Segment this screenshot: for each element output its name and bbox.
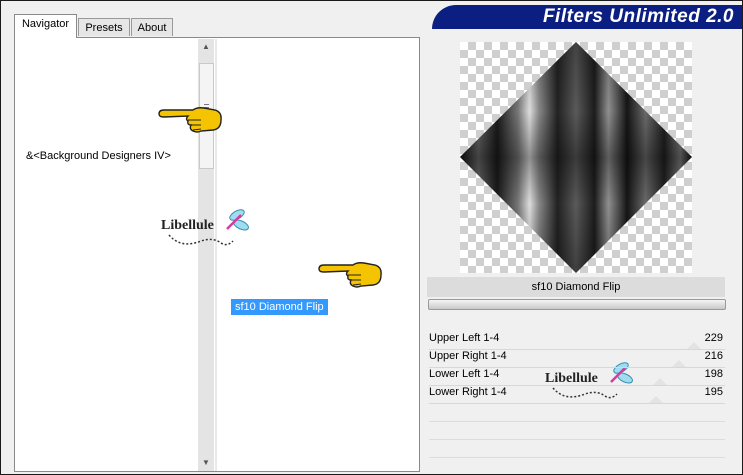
list-divider: [215, 39, 217, 471]
tab-navigator[interactable]: Navigator: [14, 14, 77, 38]
navigator-panel: &<Background Designers IV> ▲ ▼ sf10 Diam…: [14, 37, 420, 472]
tab-about[interactable]: About: [131, 18, 173, 36]
param-upper-left[interactable]: Upper Left 1-4 229: [429, 332, 725, 350]
param-label: Lower Left 1-4: [429, 368, 500, 380]
slider-thumb[interactable]: [687, 342, 701, 349]
libellule-watermark-logo: Libellule: [161, 209, 249, 246]
filter-preview: [460, 42, 692, 273]
render-progress-bar: [428, 299, 726, 310]
param-value: 229: [704, 332, 723, 344]
empty-param-row: [429, 439, 725, 440]
filters-unlimited-window: Navigator Presets About Filters Unlimite…: [0, 0, 743, 475]
empty-param-row: [429, 421, 725, 422]
app-title: Filters Unlimited 2.0: [542, 6, 734, 27]
category-scrollbar[interactable]: ▲ ▼: [198, 39, 214, 471]
scroll-up-arrow-icon[interactable]: ▲: [198, 39, 214, 55]
param-label: Upper Left 1-4: [429, 332, 500, 344]
svg-text:Libellule: Libellule: [161, 218, 214, 233]
title-banner: Filters Unlimited 2.0: [432, 5, 742, 29]
param-value: 195: [704, 386, 723, 398]
param-upper-right[interactable]: Upper Right 1-4 216: [429, 350, 725, 368]
tab-presets[interactable]: Presets: [78, 18, 130, 36]
slider-track[interactable]: [429, 403, 725, 404]
slider-thumb[interactable]: [649, 396, 663, 403]
category-list[interactable]: &<Background Designers IV>: [16, 39, 198, 471]
param-label: Lower Right 1-4: [429, 386, 507, 398]
param-value: 216: [704, 350, 723, 362]
slider-thumb[interactable]: [672, 360, 686, 367]
pointing-hand-icon: [158, 107, 222, 133]
param-label: Upper Right 1-4: [429, 350, 507, 362]
pointing-hand-icon: [318, 262, 382, 288]
param-lower-left[interactable]: Lower Left 1-4 198: [429, 368, 725, 386]
slider-thumb[interactable]: [653, 378, 667, 385]
category-item-background-designers-iv[interactable]: &<Background Designers IV>: [26, 150, 171, 162]
preview-filter-name: sf10 Diamond Flip: [427, 277, 725, 297]
preview-image: [460, 42, 692, 273]
scroll-down-arrow-icon[interactable]: ▼: [198, 455, 214, 471]
param-value: 198: [704, 368, 723, 380]
empty-param-row: [429, 457, 725, 458]
filter-item-sf10-diamond-flip[interactable]: sf10 Diamond Flip: [231, 299, 328, 315]
filter-list[interactable]: sf10 Diamond Flip: [219, 39, 419, 471]
param-lower-right[interactable]: Lower Right 1-4 195: [429, 386, 725, 404]
